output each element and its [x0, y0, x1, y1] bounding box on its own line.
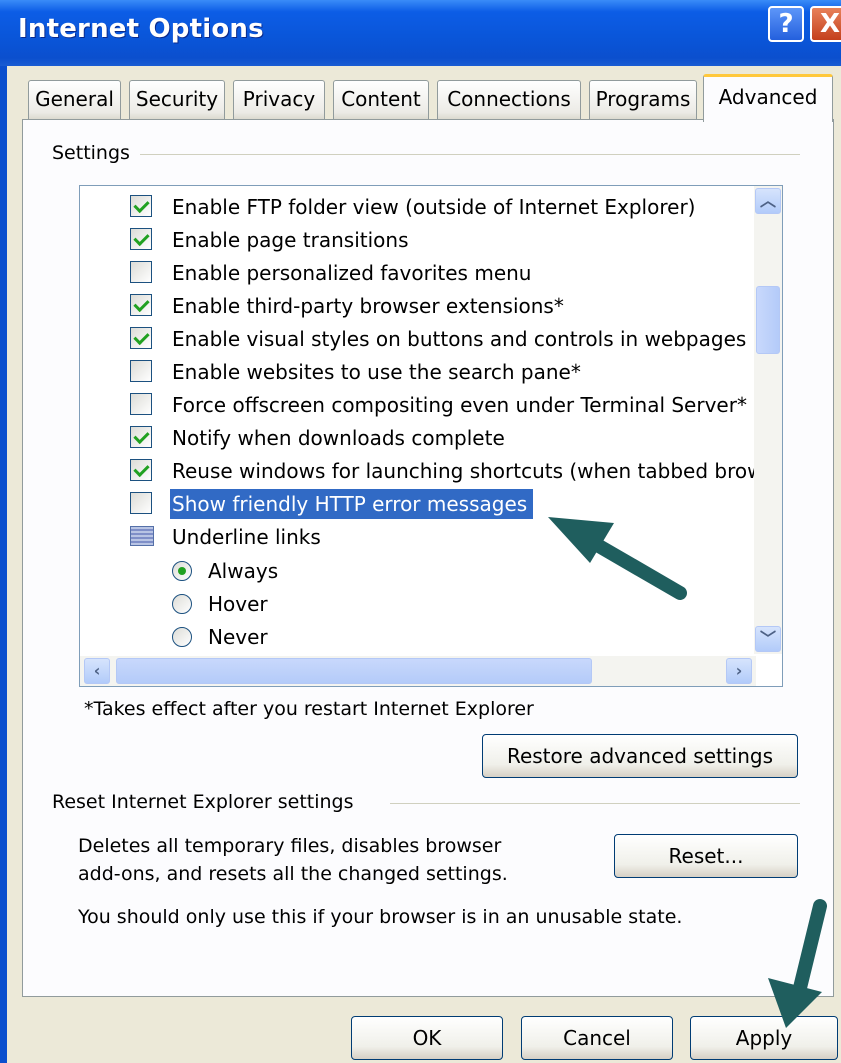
checkbox[interactable] [130, 327, 152, 349]
reset-button[interactable]: Reset... [614, 834, 798, 878]
setting-label: Notify when downloads complete [172, 426, 505, 450]
setting-label: Enable personalized favorites menu [172, 261, 532, 285]
setting-label: Force offscreen compositing even under T… [172, 393, 747, 417]
settings-group-divider [140, 154, 800, 155]
close-button[interactable]: X [810, 6, 841, 42]
reset-warning-text: You should only use this if your browser… [78, 906, 683, 928]
settings-group-icon [130, 526, 154, 546]
title-bar[interactable]: Internet Options ? X [0, 0, 841, 66]
scroll-left-icon[interactable]: ‹ [84, 658, 110, 684]
ok-button[interactable]: OK [351, 1016, 503, 1060]
checkbox[interactable] [130, 393, 152, 415]
window-border [0, 66, 7, 1063]
advanced-settings-list[interactable]: Enable FTP folder view (outside of Inter… [79, 185, 783, 687]
vertical-scrollbar[interactable]: ︿ ﹀ [754, 186, 782, 654]
setting-group-label: Underline links [172, 525, 321, 549]
radio-button[interactable] [172, 627, 192, 647]
help-button[interactable]: ? [768, 6, 804, 42]
scroll-down-icon[interactable]: ﹀ [755, 626, 781, 652]
horizontal-scrollbar[interactable]: ‹ › [80, 656, 756, 686]
radio-label: Always [208, 559, 279, 583]
tab-privacy[interactable]: Privacy [233, 80, 325, 120]
checkbox[interactable] [130, 492, 152, 514]
checkbox[interactable] [130, 261, 152, 283]
setting-label: Enable FTP folder view (outside of Inter… [172, 195, 696, 219]
restart-footnote: *Takes effect after you restart Internet… [84, 698, 534, 720]
checkbox[interactable] [130, 228, 152, 250]
reset-group-label: Reset Internet Explorer settings [52, 791, 364, 813]
checkbox[interactable] [130, 195, 152, 217]
tab-content[interactable]: Content [333, 80, 429, 120]
tab-programs[interactable]: Programs [589, 80, 697, 120]
radio-button[interactable] [172, 594, 192, 614]
cancel-button[interactable]: Cancel [521, 1016, 673, 1060]
setting-label: Enable visual styles on buttons and cont… [172, 327, 747, 351]
annotation-arrow-icon [768, 899, 827, 1028]
setting-label: Enable websites to use the search pane* [172, 360, 581, 384]
tab-general[interactable]: General [28, 80, 121, 120]
vertical-scroll-thumb[interactable] [756, 286, 780, 354]
setting-label: Show friendly HTTP error messages [170, 489, 534, 519]
setting-label: Reuse windows for launching shortcuts (w… [172, 459, 764, 483]
tab-security[interactable]: Security [129, 80, 225, 120]
reset-description-line: Deletes all temporary files, disables br… [78, 835, 502, 857]
scroll-up-icon[interactable]: ︿ [755, 188, 781, 214]
checkbox[interactable] [130, 360, 152, 382]
internet-options-dialog: Internet Options ? X General Security Pr… [0, 0, 841, 1063]
checkbox[interactable] [130, 294, 152, 316]
restore-advanced-settings-button[interactable]: Restore advanced settings [482, 734, 798, 778]
radio-button[interactable] [172, 561, 192, 581]
annotation-arrow-icon [548, 517, 687, 600]
checkbox[interactable] [130, 459, 152, 481]
checkbox[interactable] [130, 426, 152, 448]
horizontal-scroll-thumb[interactable] [116, 658, 592, 684]
window-title: Internet Options [18, 14, 264, 44]
reset-group-divider [390, 803, 800, 804]
radio-label: Hover [208, 592, 268, 616]
radio-label: Never [208, 625, 268, 649]
reset-description-line: add-ons, and resets all the changed sett… [78, 863, 508, 885]
scroll-right-icon[interactable]: › [726, 658, 752, 684]
tab-connections[interactable]: Connections [437, 80, 581, 120]
setting-label: Enable page transitions [172, 228, 409, 252]
tab-advanced[interactable]: Advanced [703, 74, 833, 122]
setting-label: Enable third-party browser extensions* [172, 294, 564, 318]
settings-group-label: Settings [52, 142, 140, 164]
